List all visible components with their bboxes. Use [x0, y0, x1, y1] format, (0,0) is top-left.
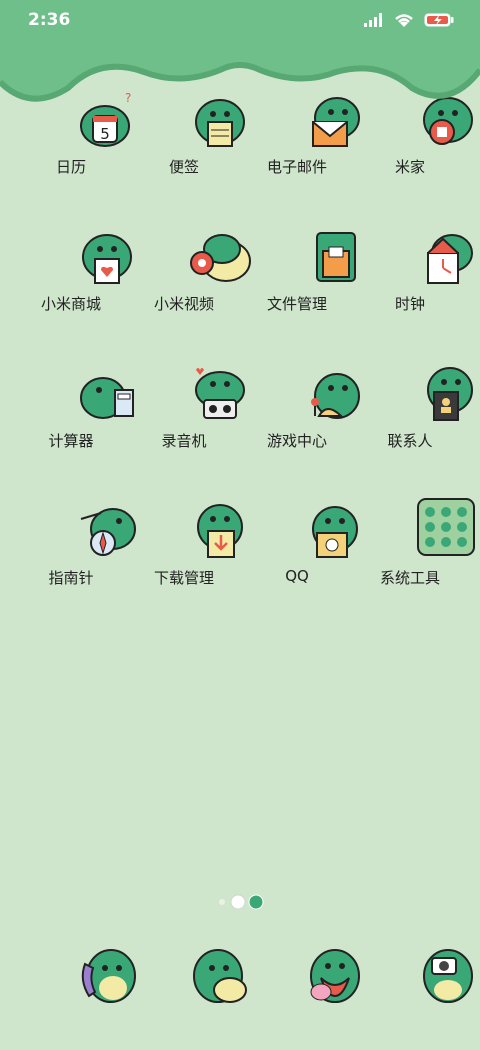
app-files[interactable]: 文件管理	[242, 223, 356, 333]
folder-icon	[417, 498, 475, 556]
app-label: 便签	[168, 158, 199, 176]
dock-messages[interactable]	[129, 940, 247, 1050]
app-label: 小米视频	[153, 295, 214, 313]
page-dot-active	[230, 894, 246, 910]
clock-dino-icon	[427, 234, 473, 284]
app-label: 下载管理	[153, 569, 214, 587]
status-bar: 2:36	[0, 0, 480, 44]
app-label: 电子邮件	[266, 158, 327, 176]
page-dot	[219, 899, 225, 905]
signal-icon	[364, 13, 382, 27]
app-label: 指南针	[48, 569, 94, 587]
contacts-dino-icon	[427, 367, 473, 421]
camera-dino-icon	[423, 949, 473, 1003]
battery-charging-icon	[424, 13, 454, 27]
app-clock[interactable]: 时钟	[355, 223, 473, 333]
app-contacts[interactable]: 联系人	[355, 360, 473, 470]
app-label: 小米商城	[40, 295, 101, 313]
app-label: 系统工具	[379, 569, 440, 587]
app-game[interactable]: 游戏中心	[242, 360, 360, 470]
app-label: 时钟	[394, 295, 425, 313]
app-system-tools-folder[interactable]: 系统工具	[355, 497, 475, 607]
app-compass[interactable]: 指南针	[16, 497, 136, 607]
dock-phone[interactable]	[16, 940, 136, 1050]
app-qq[interactable]: QQ	[242, 497, 358, 607]
app-label: 计算器	[48, 432, 94, 450]
dock	[0, 940, 480, 1020]
app-label: QQ	[285, 567, 309, 585]
app-video[interactable]: 小米视频	[129, 223, 251, 333]
page-dot	[248, 894, 264, 910]
dock-camera[interactable]	[355, 940, 473, 1050]
app-calculator[interactable]: 计算器	[16, 360, 134, 470]
app-download[interactable]: 下载管理	[129, 497, 243, 607]
app-label: 米家	[394, 158, 425, 176]
app-recorder[interactable]: 录音机	[129, 360, 245, 470]
app-label: 联系人	[387, 432, 433, 450]
dock-browser[interactable]	[242, 940, 360, 1050]
app-mall[interactable]: 小米商城	[16, 223, 132, 333]
app-label: 日历	[55, 158, 86, 176]
wifi-icon	[395, 14, 413, 27]
app-label: 录音机	[161, 432, 207, 450]
app-label: 游戏中心	[266, 432, 327, 450]
calendar-day: 5	[100, 125, 110, 143]
app-label: 文件管理	[266, 295, 327, 313]
page-indicator	[219, 894, 264, 910]
status-time: 2:36	[28, 10, 71, 30]
